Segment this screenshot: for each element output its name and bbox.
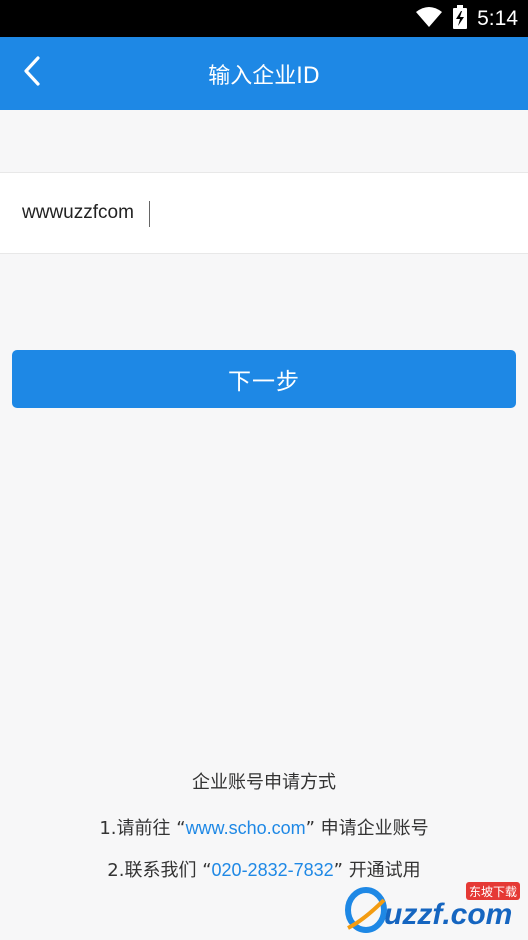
phone-link[interactable]: 020-2832-7832: [212, 860, 334, 880]
info-line-2: 2.联系我们 “020-2832-7832” 开通试用: [0, 856, 528, 882]
text-caret: [149, 201, 150, 227]
info-line-1: 1.请前往 “www.scho.com” 申请企业账号: [0, 814, 528, 840]
wifi-icon: [415, 6, 443, 32]
chevron-left-icon: [22, 56, 42, 90]
back-button[interactable]: [10, 51, 54, 95]
watermark-badge: 东坡下载: [469, 885, 517, 899]
app-bar: 输入企业ID: [0, 37, 528, 110]
company-id-input[interactable]: [22, 173, 512, 253]
info-line-2-prefix: 2.联系我们 “: [107, 860, 212, 881]
next-step-button[interactable]: 下一步: [12, 350, 516, 408]
page-title: 输入企业ID: [208, 63, 320, 89]
battery-charging-icon: [453, 4, 468, 33]
info-line-2-suffix: ” 开通试用: [333, 860, 421, 881]
info-title: 企业账号申请方式: [192, 772, 336, 793]
status-icons: 5:14: [415, 0, 518, 37]
status-time: 5:14: [477, 6, 518, 30]
info-line-1-suffix: ” 申请企业账号: [305, 818, 429, 839]
company-id-row: [0, 172, 528, 254]
watermark-logo: uzzf.com 东坡下载: [344, 880, 522, 934]
status-bar: 5:14: [0, 0, 528, 37]
website-link[interactable]: www.scho.com: [186, 818, 306, 838]
info-line-1-prefix: 1.请前往 “: [99, 818, 186, 839]
watermark-text: uzzf.com: [384, 898, 512, 931]
